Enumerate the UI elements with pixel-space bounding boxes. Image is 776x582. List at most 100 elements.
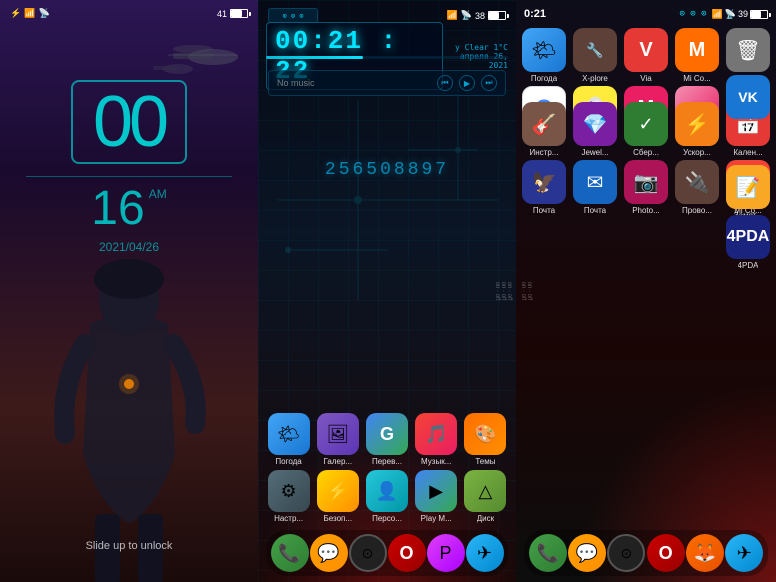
- app-label-security: Безоп...: [324, 514, 353, 523]
- app-gallery[interactable]: 🖼 Галер...: [315, 413, 360, 466]
- clock-hour: 00: [93, 86, 165, 158]
- app3-icon-provo: 🔌: [675, 160, 719, 204]
- homescreen-cyber: ⊙ ⊙ ⊙ 📶 📡 38 00:21 : 22 y Clear 1°C апре…: [258, 0, 516, 582]
- screen3-wifi-icon: 📡: [725, 9, 736, 20]
- battery-level: 41: [217, 9, 227, 19]
- app3-icon-vk: VK: [726, 75, 770, 119]
- homescreen-apps: on · offon · off 0:21 ⊙ ⊙ ⊙ 📶 📡 39 🌤 Пог…: [516, 0, 776, 582]
- app3-label-provo: Прово...: [682, 206, 712, 215]
- app-themes[interactable]: 🎨 Темы: [463, 413, 508, 466]
- app3-label-jewels: Jewel...: [581, 148, 608, 157]
- screen2-status-indicator: ⊙ ⊙ ⊙: [268, 8, 318, 23]
- app3-sber[interactable]: ✓ Сбер...: [622, 102, 670, 157]
- app3-mico[interactable]: M Mi Co...: [673, 28, 721, 83]
- app3-label-xplore: X-plore: [582, 74, 608, 83]
- app3-vk[interactable]: VK VK: [726, 75, 770, 130]
- app-label-personal: Персо...: [372, 514, 402, 523]
- status-left: ⚡ 📶 📡: [10, 8, 50, 19]
- next-button[interactable]: ⏭: [481, 75, 497, 91]
- screen2-wifi-icon: 📡: [461, 10, 472, 21]
- screen3-dock-opera[interactable]: O: [647, 534, 685, 572]
- status-bar: ⚡ 📶 📡 41: [10, 8, 248, 19]
- app-icon-music: 🎵: [415, 413, 457, 455]
- app-icon-settings: ⚙: [268, 470, 310, 512]
- app-label-translate: Перев...: [372, 457, 402, 466]
- screen3-on-off-label: on · offon · off: [520, 282, 532, 301]
- app3-icon-tuner: 🎸: [522, 102, 566, 146]
- app3-label-via: Via: [640, 74, 651, 83]
- app3-xplore[interactable]: 🔧 X-plore: [571, 28, 619, 83]
- app3-label-pochta-gov: Почта: [533, 206, 555, 215]
- screen3-dock-fox[interactable]: 🦊: [686, 534, 724, 572]
- app3-notes[interactable]: 📝 Замет...: [726, 165, 770, 220]
- app3-jewels[interactable]: 💎 Jewel...: [571, 102, 619, 157]
- play-button[interactable]: ▶: [459, 75, 475, 91]
- cyber-progress-fill: [266, 56, 363, 59]
- cyber-progress-bar-bg: [266, 56, 508, 59]
- slide-unlock-text[interactable]: Slide up to unlock: [0, 540, 258, 552]
- apps-row-1: 🌤 Погода 🖼 Галер... G Перев... 🎵 Музык..…: [258, 413, 516, 466]
- app-personal[interactable]: 👤 Персо...: [364, 470, 409, 523]
- dock-opera[interactable]: O: [388, 534, 426, 572]
- app-disk[interactable]: △ Диск: [463, 470, 508, 523]
- app3-label-4pda: 4PDA: [738, 261, 759, 270]
- app-label-music: Музык...: [421, 457, 451, 466]
- app3-label-sber: Сбер...: [633, 148, 659, 157]
- app3-pogoda[interactable]: 🌤 Погода: [520, 28, 568, 83]
- music-label: No music: [277, 78, 315, 88]
- status-right: 41: [217, 9, 248, 19]
- dock-telegram[interactable]: ✈: [466, 534, 504, 572]
- music-controls[interactable]: ⏮ ▶ ⏭: [437, 75, 497, 91]
- app3-label-photo: Photo...: [632, 206, 660, 215]
- screen2-dock: 📞 💬 ⊙ O P ✈: [266, 530, 508, 576]
- clock-display: 00 16 AM 2021/04/26: [0, 80, 258, 254]
- app3-icon-jewels: 💎: [573, 102, 617, 146]
- screen3-dock-telegram[interactable]: ✈: [725, 534, 763, 572]
- app3-label-pogoda: Погода: [531, 74, 557, 83]
- dock-picsart[interactable]: P: [427, 534, 465, 572]
- screen2-battery-text: 38: [475, 11, 485, 21]
- screen3-dock-message[interactable]: 💬: [568, 534, 606, 572]
- app3-pochta-gov[interactable]: 🦅 Почта: [520, 160, 568, 215]
- app-playstore[interactable]: ▶ Play M...: [414, 470, 459, 523]
- cyber-date-text: апреля 26, 2021: [443, 52, 508, 70]
- screen3-status-bar: 0:21 ⊙ ⊙ ⊙ 📶 📡 39: [524, 8, 768, 20]
- app3-via[interactable]: V Via: [622, 28, 670, 83]
- app-icon-security: ⚡: [317, 470, 359, 512]
- dock-camera[interactable]: ⊙: [349, 534, 387, 572]
- app3-booster[interactable]: ⚡ Ускор...: [673, 102, 721, 157]
- screen3-dock-camera[interactable]: ⊙: [607, 534, 645, 572]
- app3-mail[interactable]: ✉ Почта: [571, 160, 619, 215]
- prev-button[interactable]: ⏮: [437, 75, 453, 91]
- app-pogoda[interactable]: 🌤 Погода: [266, 413, 311, 466]
- app-settings[interactable]: ⚙ Настр...: [266, 470, 311, 523]
- app-label-playstore: Play M...: [421, 514, 452, 523]
- clock-ampm: AM: [149, 187, 167, 201]
- app3-icon-pochta-gov: 🦅: [522, 160, 566, 204]
- app-music[interactable]: 🎵 Музык...: [414, 413, 459, 466]
- app-label-settings: Настр...: [274, 514, 303, 523]
- screen3-dock: 📞 💬 ⊙ O 🦊 ✈: [524, 530, 768, 576]
- screen3-battery-text: 39: [738, 9, 748, 19]
- dock-phone[interactable]: 📞: [271, 534, 309, 572]
- app3-provo[interactable]: 🔌 Прово...: [673, 160, 721, 215]
- app-icon-playstore: ▶: [415, 470, 457, 512]
- app3-icon-photo: 📷: [624, 160, 668, 204]
- app3-label-vk: VK: [743, 121, 754, 130]
- dock-message[interactable]: 💬: [310, 534, 348, 572]
- lockscreen: ⚡ 📶 📡 41 00 16 AM 2021/04/26: [0, 0, 258, 582]
- app3-photo[interactable]: 📷 Photo...: [622, 160, 670, 215]
- signal-icon: 📶: [24, 8, 35, 19]
- apps-row-2: ⚙ Настр... ⚡ Безоп... 👤 Персо... ▶ Play …: [258, 470, 516, 523]
- app-security[interactable]: ⚡ Безоп...: [315, 470, 360, 523]
- screen3-dock-phone[interactable]: 📞: [529, 534, 567, 572]
- app3-tuner[interactable]: 🎸 Инстр...: [520, 102, 568, 157]
- wifi-icon: 📡: [38, 8, 49, 19]
- app3-icon-via: V: [624, 28, 668, 72]
- app3-label-mico: Mi Co...: [683, 74, 711, 83]
- app3-4pda[interactable]: 4PDA 4PDA: [726, 215, 770, 270]
- app-translate[interactable]: G Перев...: [364, 413, 409, 466]
- screen2-signal-icon: 📶: [447, 10, 458, 21]
- cyber-number: 256508897: [325, 160, 449, 180]
- app3-icon-pogoda: 🌤: [522, 28, 566, 72]
